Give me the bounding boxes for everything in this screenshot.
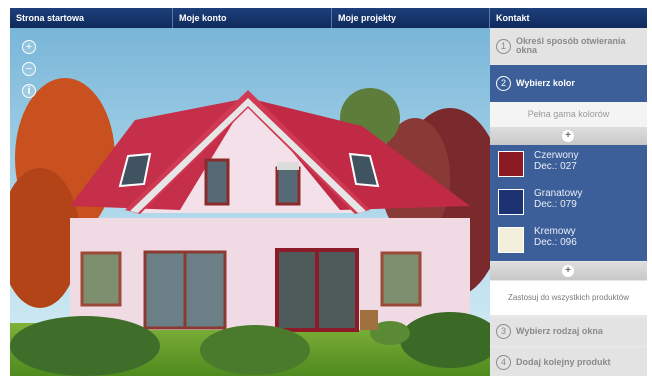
step-label: Dodaj kolejny produkt bbox=[516, 356, 611, 367]
color-swatch bbox=[498, 189, 524, 215]
step-3-window-type[interactable]: 3 Wybierz rodzaj okna bbox=[490, 318, 647, 345]
color-code: Dec.: 027 bbox=[534, 161, 577, 172]
scroll-down-icon: + bbox=[562, 265, 574, 277]
garden-chair bbox=[360, 310, 378, 330]
nav-my-projects[interactable]: Moje projekty bbox=[332, 8, 490, 28]
zoom-in-button[interactable]: + bbox=[22, 40, 36, 54]
color-option-cream[interactable]: Kremowy Dec.: 096 bbox=[490, 221, 647, 259]
house-illustration bbox=[10, 28, 490, 376]
color-list: Czerwony Dec.: 027 Granatowy Dec.: 079 K… bbox=[490, 145, 647, 261]
apply-to-all-products-button[interactable]: Zastosuj do wszystkich produktów bbox=[490, 281, 647, 315]
color-option-navy[interactable]: Granatowy Dec.: 079 bbox=[490, 183, 647, 221]
configurator-window: Strona startowa Moje konto Moje projekty… bbox=[10, 8, 647, 376]
info-button[interactable]: i bbox=[22, 84, 36, 98]
window-lower-right bbox=[380, 251, 422, 307]
color-list-scroll-up[interactable]: + bbox=[490, 127, 647, 145]
nav-contact[interactable]: Kontakt bbox=[490, 8, 647, 28]
house-preview: + − i bbox=[10, 28, 490, 376]
step-label: Wybierz kolor bbox=[516, 78, 575, 88]
step-label: Wybierz rodzaj okna bbox=[516, 326, 603, 336]
step-number-icon: 3 bbox=[496, 324, 511, 339]
color-code: Dec.: 079 bbox=[534, 199, 577, 210]
window-lower-left bbox=[80, 251, 122, 307]
shrub-center bbox=[200, 325, 310, 375]
step-4-add-product[interactable]: 4 Dodaj kolejny produkt bbox=[490, 348, 647, 376]
color-name: Kremowy bbox=[534, 226, 576, 237]
window-upper-right bbox=[275, 166, 301, 206]
step-number-icon: 4 bbox=[496, 354, 511, 370]
color-list-scroll-down[interactable]: + bbox=[490, 262, 647, 280]
zoom-out-button[interactable]: − bbox=[22, 62, 36, 76]
color-swatch bbox=[498, 151, 524, 177]
step-number-icon: 1 bbox=[496, 38, 511, 54]
full-color-range-button[interactable]: Pełna gama kolorów bbox=[490, 102, 647, 127]
color-swatch bbox=[498, 227, 524, 253]
color-name: Granatowy bbox=[534, 188, 583, 199]
top-navigation: Strona startowa Moje konto Moje projekty… bbox=[10, 8, 647, 28]
window-upper-left bbox=[204, 158, 230, 206]
step-1-opening-type[interactable]: 1 Określ sposób otwierania okna bbox=[490, 28, 647, 64]
color-option-red[interactable]: Czerwony Dec.: 027 bbox=[490, 145, 647, 183]
nav-home[interactable]: Strona startowa bbox=[10, 8, 173, 28]
nav-my-account[interactable]: Moje konto bbox=[173, 8, 332, 28]
step-number-icon: 2 bbox=[496, 76, 511, 91]
color-name: Czerwony bbox=[534, 150, 579, 161]
step-2-choose-color[interactable]: 2 Wybierz kolor bbox=[490, 65, 647, 102]
color-code: Dec.: 096 bbox=[534, 237, 577, 248]
step-label: Określ sposób otwierania okna bbox=[516, 36, 626, 55]
configuration-panel: 1 Określ sposób otwierania okna 2 Wybier… bbox=[490, 28, 647, 376]
scroll-up-icon: + bbox=[562, 130, 574, 142]
shrub-left bbox=[10, 316, 160, 376]
window-upper-right-blind bbox=[277, 162, 299, 170]
